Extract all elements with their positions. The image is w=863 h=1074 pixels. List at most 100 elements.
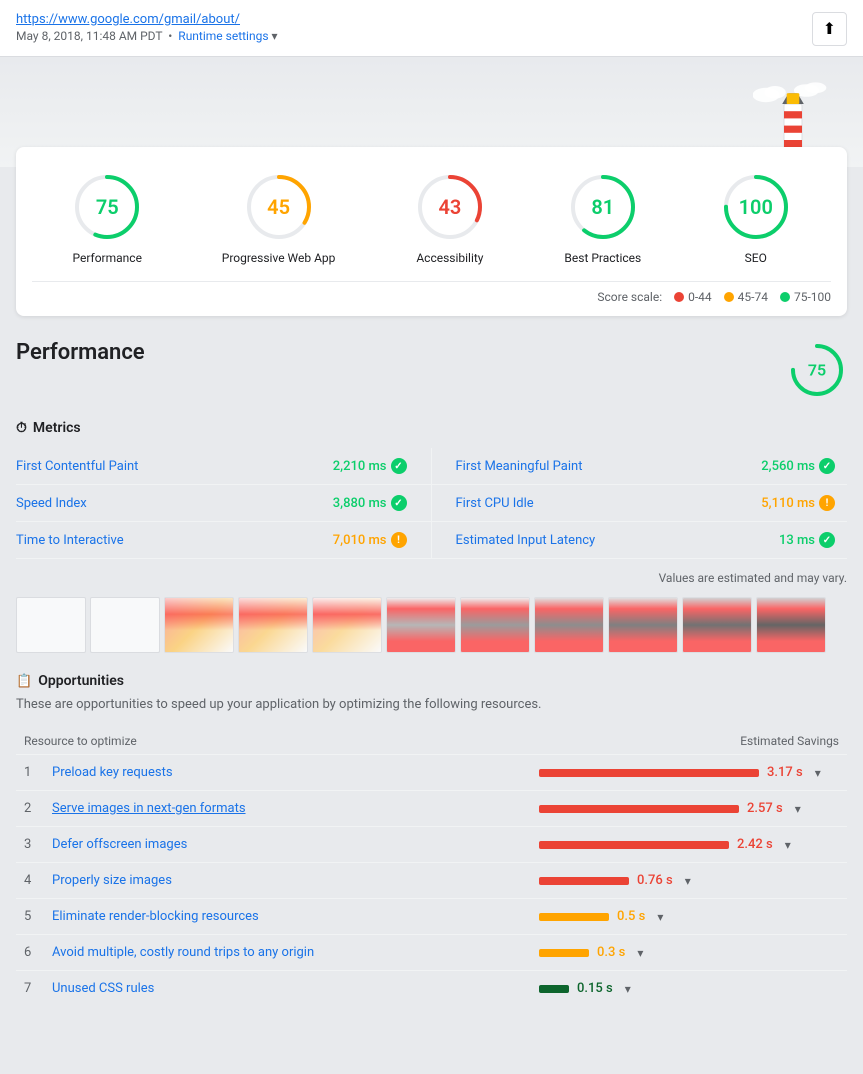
opp-bar-container-6: 0.3 s ▾ (539, 945, 839, 960)
col-resource-label: Resource to optimize (24, 734, 539, 748)
metric-name-fcp[interactable]: First Contentful Paint (16, 459, 138, 474)
metric-icon-fci: ! (819, 495, 835, 511)
scale-label-red: 0-44 (688, 290, 712, 304)
filmstrip-frame-0 (16, 597, 86, 653)
header-left: https://www.google.com/gmail/about/ May … (16, 12, 278, 43)
filmstrip-frame-2 (164, 597, 234, 653)
opp-row-1[interactable]: 1 Preload key requests 3.17 s ▾ (16, 754, 847, 790)
opp-row-7[interactable]: 7 Unused CSS rules 0.15 s ▾ (16, 970, 847, 1006)
opp-row-3[interactable]: 3 Defer offscreen images 2.42 s ▾ (16, 826, 847, 862)
score-circle-seo: 100 (720, 171, 792, 243)
score-label-performance: Performance (73, 251, 142, 265)
score-value-performance: 75 (96, 195, 119, 219)
share-button[interactable]: ⬆ (812, 12, 847, 46)
opp-bar-2 (539, 805, 739, 813)
page-url[interactable]: https://www.google.com/gmail/about/ (16, 12, 278, 27)
score-scale-label: Score scale: (597, 290, 662, 304)
chevron-icon-5: ▾ (657, 910, 663, 924)
filmstrip (16, 597, 847, 653)
score-circle-best-practices: 81 (567, 171, 639, 243)
scale-dot-orange (724, 292, 734, 302)
opp-bar-container-4: 0.76 s ▾ (539, 873, 839, 888)
chevron-icon-6: ▾ (637, 946, 643, 960)
score-item-accessibility: 43 Accessibility (414, 171, 486, 265)
opp-name-7: Unused CSS rules (52, 981, 539, 996)
opp-row-5[interactable]: 5 Eliminate render-blocking resources 0.… (16, 898, 847, 934)
metric-value-eil-container: 13 ms ✓ (779, 532, 835, 548)
main-content: Performance 75 ⏱ Metrics First Contentfu… (0, 316, 863, 1030)
score-item-seo: 100 SEO (720, 171, 792, 265)
score-label-pwa: Progressive Web App (222, 251, 336, 265)
metric-value-fmp: 2,560 ms (761, 459, 815, 474)
opp-bar-3 (539, 841, 729, 849)
opp-name-1: Preload key requests (52, 765, 539, 780)
chevron-icon-2: ▾ (795, 802, 801, 816)
metric-value-eil: 13 ms (779, 533, 815, 548)
values-note: Values are estimated and may vary. (16, 571, 847, 585)
performance-section-header: Performance 75 (16, 340, 847, 400)
opportunities-description: These are opportunities to speed up your… (16, 697, 847, 712)
opp-row-4[interactable]: 4 Properly size images 0.76 s ▾ (16, 862, 847, 898)
metric-value-tti: 7,010 ms (333, 533, 387, 548)
filmstrip-frame-5 (386, 597, 456, 653)
chevron-down-icon: ▾ (272, 29, 278, 43)
metric-value-fcp-container: 2,210 ms ✓ (333, 458, 407, 474)
scores-row: 75 Performance 45 Progressive Web App (32, 171, 831, 265)
scale-item-orange: 45-74 (724, 290, 768, 304)
col-savings-label: Estimated Savings (539, 734, 839, 748)
opp-name-2: Serve images in next-gen formats (52, 801, 539, 816)
metric-name-fmp[interactable]: First Meaningful Paint (456, 459, 583, 474)
opp-num-7: 7 (24, 981, 52, 996)
metric-value-fcp: 2,210 ms (333, 459, 387, 474)
opp-savings-1: 3.17 s (767, 765, 803, 780)
metrics-header: ⏱ Metrics (16, 420, 847, 436)
metric-value-si-container: 3,880 ms ✓ (333, 495, 407, 511)
filmstrip-frame-4 (312, 597, 382, 653)
header-meta: May 8, 2018, 11:48 AM PDT • Runtime sett… (16, 29, 278, 43)
opp-bar-6 (539, 949, 589, 957)
metric-name-eil[interactable]: Estimated Input Latency (456, 533, 596, 548)
opportunities-table-header: Resource to optimize Estimated Savings (16, 728, 847, 754)
opp-row-6[interactable]: 6 Avoid multiple, costly round trips to … (16, 934, 847, 970)
filmstrip-frame-9 (682, 597, 752, 653)
score-item-pwa: 45 Progressive Web App (222, 171, 336, 265)
opp-num-6: 6 (24, 945, 52, 960)
opp-num-4: 4 (24, 873, 52, 888)
metric-name-fci[interactable]: First CPU Idle (456, 496, 534, 511)
metric-value-fmp-container: 2,560 ms ✓ (761, 458, 835, 474)
filmstrip-frame-7 (534, 597, 604, 653)
opportunities-header: 📋 Opportunities (16, 673, 847, 689)
metric-value-si: 3,880 ms (333, 496, 387, 511)
runtime-settings-link[interactable]: Runtime settings (178, 29, 268, 43)
opp-row-2[interactable]: 2 Serve images in next-gen formats 2.57 … (16, 790, 847, 826)
metric-icon-fmp: ✓ (819, 458, 835, 474)
opp-savings-4: 0.76 s (637, 873, 673, 888)
opp-name-3: Defer offscreen images (52, 837, 539, 852)
opp-bar-container-3: 2.42 s ▾ (539, 837, 839, 852)
score-item-performance: 75 Performance (71, 171, 143, 265)
opp-bar-container-5: 0.5 s ▾ (539, 909, 839, 924)
score-value-best-practices: 81 (591, 195, 614, 219)
score-circle-pwa: 45 (243, 171, 315, 243)
opportunities-title: Opportunities (38, 673, 124, 689)
metric-row-fci: First CPU Idle 5,110 ms ! (432, 485, 848, 522)
scale-label-orange: 45-74 (738, 290, 768, 304)
opp-name-5: Eliminate render-blocking resources (52, 909, 539, 924)
opp-bar-container-7: 0.15 s ▾ (539, 981, 839, 996)
filmstrip-frame-1 (90, 597, 160, 653)
metric-value-fci-container: 5,110 ms ! (761, 495, 835, 511)
metric-name-si[interactable]: Speed Index (16, 496, 87, 511)
opp-num-1: 1 (24, 765, 52, 780)
metric-icon-eil: ✓ (819, 532, 835, 548)
opp-savings-7: 0.15 s (577, 981, 613, 996)
chevron-icon-4: ▾ (685, 874, 691, 888)
score-circle-performance: 75 (71, 171, 143, 243)
metric-icon-si: ✓ (391, 495, 407, 511)
opp-savings-3: 2.42 s (737, 837, 773, 852)
metric-name-tti[interactable]: Time to Interactive (16, 533, 124, 548)
opp-bar-container-1: 3.17 s ▾ (539, 765, 839, 780)
performance-mini-score-value: 75 (808, 361, 826, 380)
opp-savings-2: 2.57 s (747, 801, 783, 816)
score-value-seo: 100 (739, 195, 773, 219)
metric-row-fmp: First Meaningful Paint 2,560 ms ✓ (432, 448, 848, 485)
